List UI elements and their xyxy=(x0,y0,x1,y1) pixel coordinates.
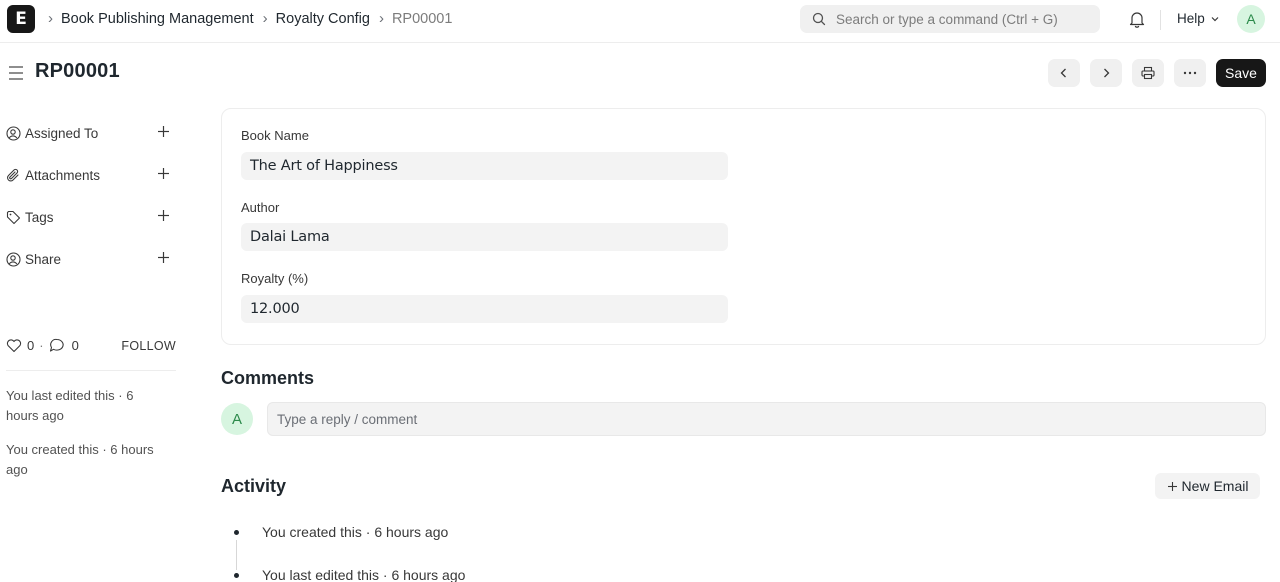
share-user-icon xyxy=(6,251,21,267)
save-button[interactable]: Save xyxy=(1216,59,1266,87)
likes-comments-row: 0 · 0 FOLLOW xyxy=(6,338,176,353)
more-actions-button[interactable] xyxy=(1174,59,1206,87)
chevron-right-icon: › xyxy=(262,10,268,27)
royalty-field[interactable]: 12.000 xyxy=(241,295,728,323)
previous-button[interactable] xyxy=(1048,59,1080,87)
sidebar-item-label: Attachments xyxy=(25,167,101,183)
comment-input[interactable]: Type a reply / comment xyxy=(267,402,1266,436)
app-logo[interactable]: E xyxy=(7,5,35,33)
timeline-line xyxy=(236,540,237,570)
activity-item: You created this · 6 hours ago xyxy=(262,524,449,540)
royalty-label: Royalty (%) xyxy=(241,271,309,286)
follow-button[interactable]: FOLLOW xyxy=(121,339,176,353)
avatar: A xyxy=(221,403,253,435)
search-placeholder: Search or type a command (Ctrl + G) xyxy=(836,11,1058,27)
plus-icon[interactable] xyxy=(157,209,170,222)
sidebar-toggle-icon[interactable] xyxy=(8,65,24,84)
heart-icon[interactable] xyxy=(6,338,22,353)
created-note: You created this · 6 hours ago xyxy=(6,442,154,477)
comments-title: Comments xyxy=(221,368,315,388)
chevron-left-icon xyxy=(1060,68,1066,78)
sidebar-item-share[interactable]: Share xyxy=(6,248,176,270)
plus-icon[interactable] xyxy=(157,167,170,180)
breadcrumb-module[interactable]: Book Publishing Management xyxy=(61,11,254,27)
sidebar-item-attachments[interactable]: Attachments xyxy=(6,164,176,186)
chevron-right-icon xyxy=(1104,68,1110,78)
likes-count: 0 xyxy=(27,338,35,353)
book-name-field[interactable]: The Art of Happiness xyxy=(241,152,728,180)
chevron-right-icon: › xyxy=(378,10,384,27)
plus-icon xyxy=(1167,481,1177,491)
author-label: Author xyxy=(241,200,280,215)
printer-icon xyxy=(1141,66,1155,80)
chevron-right-icon: › xyxy=(48,10,53,27)
user-add-icon xyxy=(6,125,21,141)
book-name-label: Book Name xyxy=(241,128,309,143)
navbar-divider xyxy=(1160,10,1161,30)
bell-icon[interactable] xyxy=(1129,10,1145,31)
more-icon xyxy=(1183,71,1197,75)
separator-dot: · xyxy=(39,338,44,353)
search-icon xyxy=(812,12,826,26)
help-label: Help xyxy=(1177,11,1205,26)
help-dropdown[interactable]: Help xyxy=(1177,11,1220,26)
breadcrumb-document[interactable]: RP00001 xyxy=(392,11,452,27)
sidebar-item-assigned-to[interactable]: Assigned To xyxy=(6,122,176,144)
sidebar-divider xyxy=(6,370,176,371)
sidebar-item-label: Tags xyxy=(25,209,54,225)
navbar: E › Book Publishing Management › Royalty… xyxy=(0,0,1280,43)
last-edited-note: You last edited this · 6 hours ago xyxy=(6,388,134,423)
activity-item: You last edited this · 6 hours ago xyxy=(262,567,466,582)
activity-title: Activity xyxy=(221,476,287,496)
plus-icon[interactable] xyxy=(157,125,170,138)
tag-icon xyxy=(6,210,21,224)
paperclip-icon xyxy=(7,168,19,181)
timeline-dot xyxy=(234,573,239,578)
sidebar-item-label: Assigned To xyxy=(25,125,99,141)
search-input[interactable]: Search or type a command (Ctrl + G) xyxy=(800,5,1100,33)
new-email-label: New Email xyxy=(1181,478,1249,494)
author-field[interactable]: Dalai Lama xyxy=(241,223,728,251)
sidebar-item-label: Share xyxy=(25,251,62,267)
chevron-down-icon xyxy=(1211,16,1219,21)
breadcrumb-doctype[interactable]: Royalty Config xyxy=(276,11,370,27)
next-button[interactable] xyxy=(1090,59,1122,87)
timeline-dot xyxy=(234,530,239,535)
plus-icon[interactable] xyxy=(157,251,170,264)
breadcrumb: › Book Publishing Management › Royalty C… xyxy=(48,10,461,27)
print-button[interactable] xyxy=(1132,59,1164,87)
sidebar-item-tags[interactable]: Tags xyxy=(6,206,176,228)
user-avatar[interactable]: A xyxy=(1237,5,1265,33)
comment-icon[interactable] xyxy=(49,338,65,353)
page-title: RP00001 xyxy=(35,60,120,82)
new-email-button[interactable]: New Email xyxy=(1155,473,1260,499)
comments-count: 0 xyxy=(71,338,79,353)
